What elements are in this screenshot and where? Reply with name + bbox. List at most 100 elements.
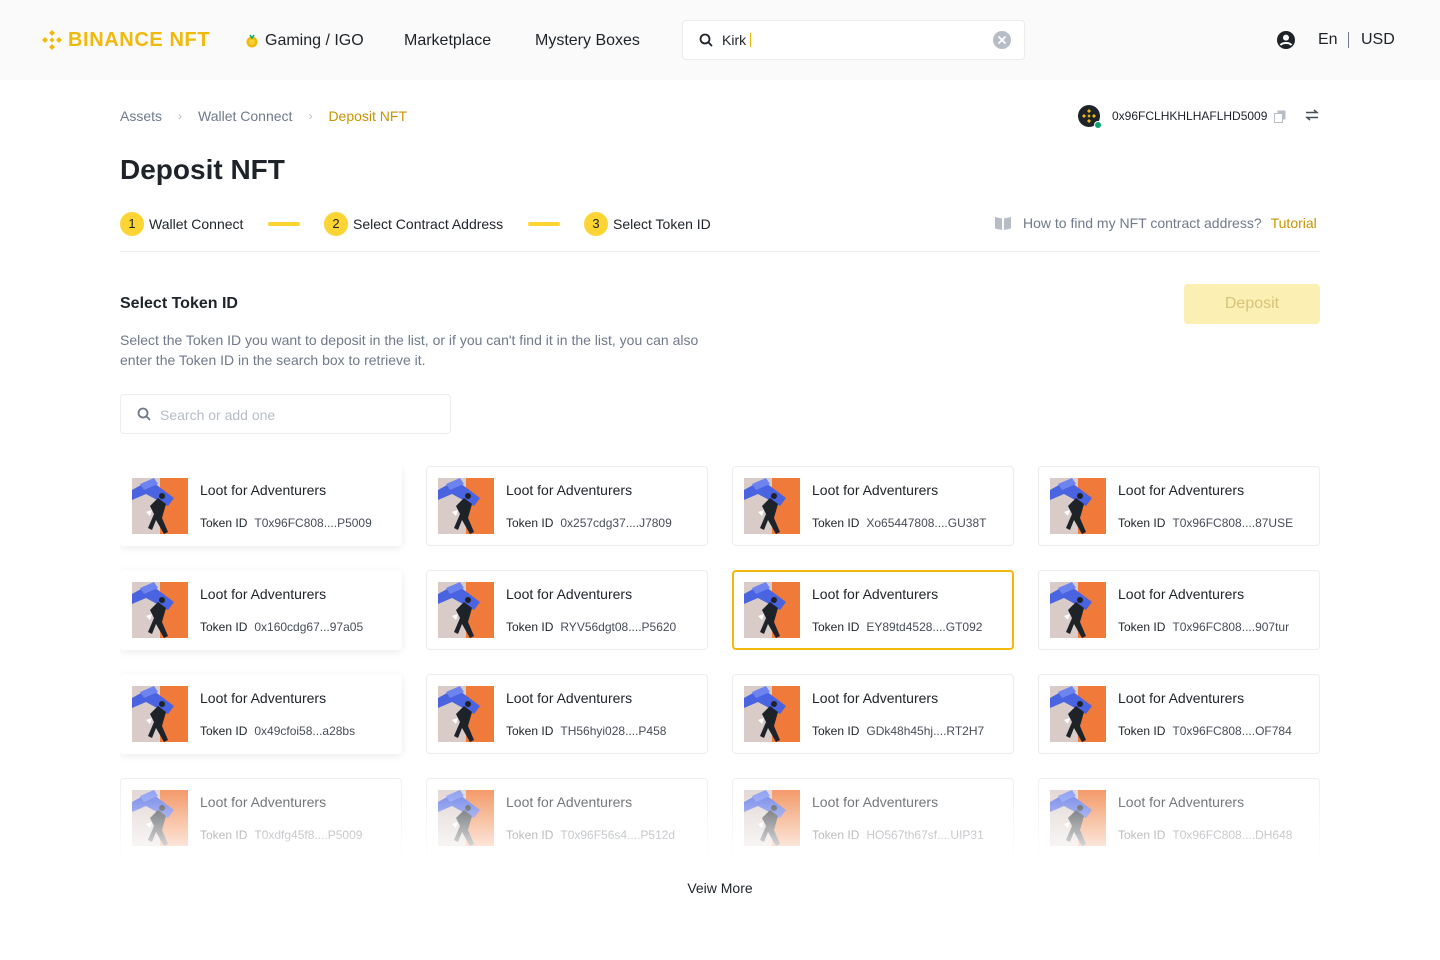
tutorial-link[interactable]: Tutorial xyxy=(1271,215,1317,231)
nft-token-id: Token ID T0x96F56s4....P512d xyxy=(506,828,675,842)
nav-marketplace[interactable]: Marketplace xyxy=(404,30,491,52)
nft-card[interactable]: Loot for Adventurers Token ID EY89td4528..… xyxy=(732,570,1014,650)
nft-card[interactable]: Loot for Adventurers Token ID HO567th67sf.… xyxy=(732,778,1014,856)
token-id-value: HO567th67sf....UIP31 xyxy=(866,828,984,842)
nft-title: Loot for Adventurers xyxy=(812,586,939,602)
nft-card[interactable]: Loot for Adventurers Token ID T0xdfg45f8..… xyxy=(120,778,402,856)
nft-card[interactable]: Loot for Adventurers Token ID T0x96FC808..… xyxy=(1038,778,1320,856)
nft-token-id: Token ID 0x160cdg67...97a05 xyxy=(200,620,363,634)
token-id-value: TH56hyi028....P458 xyxy=(560,724,667,738)
token-id-value: T0xdfg45f8....P5009 xyxy=(254,828,363,842)
nft-card[interactable]: Loot for Adventurers Token ID 0x160cdg67..… xyxy=(120,570,402,650)
step-label: Select Contract Address xyxy=(353,216,504,232)
token-id-value: T0x96FC808....OF784 xyxy=(1172,724,1292,738)
nav-mystery-boxes[interactable]: Mystery Boxes xyxy=(535,30,640,52)
binance-nft-logo[interactable]: BINANCE NFT xyxy=(40,28,210,52)
header-search[interactable]: Kirk xyxy=(682,20,1025,60)
token-id-label: Token ID xyxy=(1118,620,1166,634)
nft-token-id: Token ID T0x96FC808....OF784 xyxy=(1118,724,1292,738)
section-title: Select Token ID xyxy=(120,295,238,312)
language-selector[interactable]: En xyxy=(1318,31,1338,49)
nft-title: Loot for Adventurers xyxy=(1118,482,1245,498)
nft-token-id: Token ID TH56hyi028....P458 xyxy=(506,724,666,738)
nft-card[interactable]: Loot for Adventurers Token ID T0x96F56s4..… xyxy=(426,778,708,856)
nft-token-id: Token ID HO567th67sf....UIP31 xyxy=(812,828,984,842)
nft-thumbnail xyxy=(438,686,494,742)
token-id-value: RYV56dgt08....P5620 xyxy=(560,620,677,634)
chevron-right-icon: › xyxy=(308,109,313,123)
nav-gaming-label: Gaming / IGO xyxy=(265,32,364,49)
nft-title: Loot for Adventurers xyxy=(200,794,327,810)
nft-card[interactable]: Loot for Adventurers Token ID T0x96FC808..… xyxy=(1038,466,1320,546)
chevron-right-icon: › xyxy=(178,109,183,123)
nft-thumbnail xyxy=(132,686,188,742)
token-id-value: T0x96FC808....DH648 xyxy=(1172,828,1293,842)
nft-title: Loot for Adventurers xyxy=(506,586,633,602)
switch-wallet-icon[interactable] xyxy=(1305,109,1319,121)
step-number: 1 xyxy=(120,212,144,236)
nft-token-id: Token ID T0xdfg45f8....P5009 xyxy=(200,828,362,842)
view-more-button[interactable]: Veiw More xyxy=(687,880,752,896)
header-search-input[interactable]: Kirk xyxy=(722,32,752,48)
token-id-label: Token ID xyxy=(200,724,248,738)
step-select-token: 3 Select Token ID xyxy=(584,212,711,236)
nft-token-id: Token ID GDk48h45hj....RT2H7 xyxy=(812,724,984,738)
help-text: How to find my NFT contract address? xyxy=(1023,215,1262,231)
token-id-value: 0x160cdg67...97a05 xyxy=(254,620,364,634)
nft-card[interactable]: Loot for Adventurers Token ID TH56hyi028..… xyxy=(426,674,708,754)
nft-card[interactable]: Loot for Adventurers Token ID T0x96FC808..… xyxy=(1038,570,1320,650)
currency-selector[interactable]: USD xyxy=(1361,31,1395,49)
step-label: Select Token ID xyxy=(613,216,711,232)
nft-token-id: Token ID 0x257cdg37....J7809 xyxy=(506,516,672,530)
token-id-label: Token ID xyxy=(812,724,860,738)
section-description: Select the Token ID you want to deposit … xyxy=(120,332,699,368)
search-icon xyxy=(137,407,151,421)
nft-card[interactable]: Loot for Adventurers Token ID Xo65447808..… xyxy=(732,466,1014,546)
token-id-label: Token ID xyxy=(200,516,248,530)
section-divider xyxy=(120,251,1320,252)
step-connector xyxy=(528,222,560,226)
token-id-label: Token ID xyxy=(812,620,860,634)
token-id-label: Token ID xyxy=(1118,516,1166,530)
nft-card[interactable]: Loot for Adventurers Token ID 0x49cfoi58..… xyxy=(120,674,402,754)
wallet-info: 0x96FCLHKHLHAFLHD5009 xyxy=(1078,104,1286,129)
breadcrumb-deposit-nft: Deposit NFT xyxy=(328,108,408,124)
token-search-input[interactable] xyxy=(160,405,440,425)
token-search-box[interactable] xyxy=(120,394,451,434)
user-account-icon[interactable] xyxy=(1276,30,1296,50)
nft-card[interactable]: Loot for Adventurers Token ID RYV56dgt08..… xyxy=(426,570,708,650)
top-header: BINANCE NFT Gaming / IGO Marketplace Mys… xyxy=(0,0,1440,80)
nft-token-id: Token ID T0x96FC808....P5009 xyxy=(200,516,372,530)
nft-title: Loot for Adventurers xyxy=(506,794,633,810)
nft-card[interactable]: Loot for Adventurers Token ID T0x96FC808..… xyxy=(1038,674,1320,754)
token-id-label: Token ID xyxy=(1118,724,1166,738)
nft-title: Loot for Adventurers xyxy=(812,482,939,498)
token-id-label: Token ID xyxy=(506,724,554,738)
token-id-value: 0x257cdg37....J7809 xyxy=(560,516,672,530)
deposit-button[interactable]: Deposit xyxy=(1184,284,1320,324)
nft-card[interactable]: Loot for Adventurers Token ID GDk48h45hj..… xyxy=(732,674,1014,754)
nft-title: Loot for Adventurers xyxy=(200,690,327,706)
nav-gaming-igo[interactable]: Gaming / IGO xyxy=(244,30,364,52)
search-icon xyxy=(699,33,713,47)
clear-search-icon[interactable] xyxy=(993,31,1011,49)
nft-card[interactable]: Loot for Adventurers Token ID T0x96FC808..… xyxy=(120,466,402,546)
header-divider xyxy=(1348,32,1349,48)
nft-thumbnail xyxy=(744,686,800,742)
step-label: Wallet Connect xyxy=(149,216,244,232)
nft-thumbnail xyxy=(744,582,800,638)
binance-logo-icon xyxy=(42,30,62,50)
breadcrumb-wallet-connect[interactable]: Wallet Connect xyxy=(198,108,292,124)
nft-title: Loot for Adventurers xyxy=(1118,690,1245,706)
breadcrumb-assets[interactable]: Assets xyxy=(120,108,162,124)
token-id-value: 0x49cfoi58...a28bs xyxy=(254,724,356,738)
copy-icon[interactable] xyxy=(1274,110,1286,123)
step-number: 3 xyxy=(584,212,608,236)
nft-card[interactable]: Loot for Adventurers Token ID 0x257cdg37..… xyxy=(426,466,708,546)
nft-token-id: Token ID RYV56dgt08....P5620 xyxy=(506,620,676,634)
nft-token-id: Token ID Xo65447808....GU38T xyxy=(812,516,986,530)
nft-token-id: Token ID 0x49cfoi58...a28bs xyxy=(200,724,355,738)
nft-token-id: Token ID EY89td4528....GT092 xyxy=(812,620,982,634)
token-id-value: GDk48h45hj....RT2H7 xyxy=(866,724,985,738)
page-title: Deposit NFT xyxy=(120,154,285,185)
